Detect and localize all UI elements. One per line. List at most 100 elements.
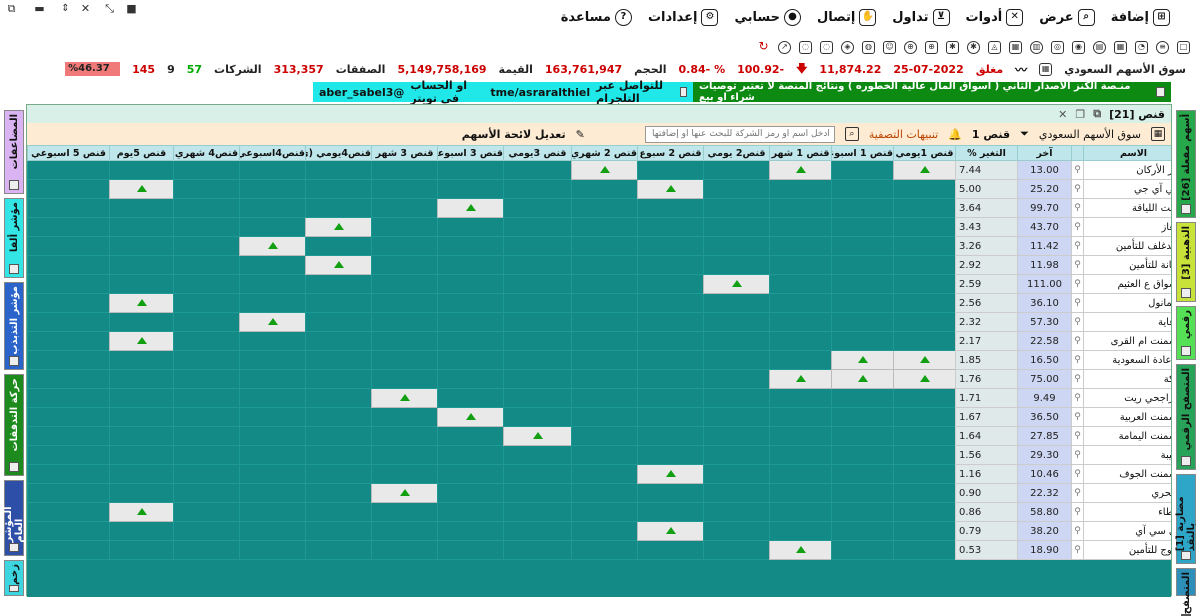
left-tab-3[interactable]: حركة التدفقات — [4, 374, 24, 476]
pin-icon[interactable]: ⚲ — [1071, 331, 1084, 351]
table-row[interactable]: جي آي جي⚲25.205.00 — [27, 179, 1171, 199]
bell-icon[interactable]: ◬ — [988, 40, 1001, 54]
grid2-icon[interactable]: ▤ — [1093, 40, 1106, 54]
column-header[interactable]: آخر — [1017, 145, 1072, 161]
menu-add[interactable]: ⊞ إضافة — [1111, 8, 1170, 26]
stock-name[interactable]: عطاء — [1083, 502, 1171, 522]
column-header[interactable]: قنص4يومي (ي — [305, 145, 372, 161]
collapse-icon[interactable]: ⇕ — [58, 2, 73, 16]
search-input[interactable] — [644, 125, 835, 143]
panel-copy-icon[interactable]: ❐ — [1075, 108, 1085, 121]
alert-bell-icon[interactable]: 🔔 — [948, 128, 962, 141]
right-tab-4[interactable]: [1] مضاربة بالنقد — [1175, 474, 1197, 564]
column-header[interactable]: قنص 2 سبوع — [637, 145, 704, 161]
market-select[interactable]: سوق الأسهم السعودي — [1039, 128, 1141, 141]
crosshair-icon[interactable]: ⊕ — [925, 40, 938, 54]
edit-list-icon[interactable]: ✎ — [576, 128, 585, 141]
stock-name[interactable]: اسمنت ام القرى — [1083, 331, 1171, 351]
table-row[interactable]: الراجحي ريت⚲9.491.71 — [27, 388, 1171, 408]
column-header[interactable]: قنص2 يومي — [703, 145, 770, 161]
stock-name[interactable]: أمانة للتأمين — [1083, 255, 1171, 275]
menu-tools[interactable]: ✕ أدوات — [966, 8, 1024, 26]
pin-icon[interactable]: ⚲ — [1071, 426, 1084, 446]
pin-icon[interactable]: ⚲ — [1071, 198, 1084, 218]
tab-checkbox[interactable] — [9, 264, 19, 274]
table-row[interactable]: وفت اللياقة⚲99.703.64 — [27, 198, 1171, 218]
calendar-icon[interactable]: ▦ — [1039, 62, 1053, 76]
telegram-link[interactable]: tme/asraralthiel — [490, 86, 590, 99]
pin-icon[interactable]: ⚲ — [1071, 255, 1084, 275]
left-tab-5[interactable]: زخم — [4, 560, 24, 596]
pin-icon[interactable]: ⚲ — [1071, 540, 1084, 560]
trend-icon[interactable]: ↗ — [778, 40, 791, 54]
stock-name[interactable]: رعاية — [1083, 312, 1171, 332]
pin-icon[interactable]: ⚲ — [1071, 312, 1084, 332]
filter-label[interactable]: قنص 1 — [972, 128, 1010, 141]
right-tab-3[interactable]: المتصفح الرقمي — [1176, 364, 1196, 470]
stock-name[interactable]: الغاز — [1083, 217, 1171, 237]
pin-icon[interactable]: ⚲ — [1071, 179, 1084, 199]
tab-checkbox[interactable] — [1181, 204, 1191, 214]
banner-checkbox[interactable] — [679, 87, 687, 97]
table-icon[interactable]: ▦ — [1009, 40, 1022, 54]
pin-icon[interactable]: ⚲ — [1071, 502, 1084, 522]
cart2-icon[interactable]: ◈ — [841, 40, 854, 54]
filter-icon[interactable]: ⏷ — [1020, 127, 1029, 141]
stock-name[interactable]: بروج للتأمين — [1083, 540, 1171, 560]
table-row[interactable]: بروج للتأمين⚲18.900.53 — [27, 540, 1171, 560]
stock-name[interactable]: مكة — [1083, 369, 1171, 389]
banner-checkbox[interactable] — [1155, 87, 1165, 97]
pin-icon[interactable]: ⚲ — [1071, 388, 1084, 408]
right-tab-5[interactable]: المتصفح — [1176, 568, 1196, 616]
menu-account[interactable]: ● حسابي — [734, 8, 801, 26]
stock-name[interactable]: أسواق ع العثيم — [1083, 274, 1171, 294]
tab-checkbox[interactable] — [9, 356, 19, 366]
panel-close-icon[interactable]: ✕ — [1058, 108, 1067, 121]
table-row[interactable]: اسمنت الجوف⚲10.461.16 — [27, 464, 1171, 484]
chart-line-icon[interactable]: 〰 — [1015, 61, 1027, 78]
column-header[interactable]: قنص 3 شهر — [371, 145, 438, 161]
tab-checkbox[interactable] — [9, 584, 19, 592]
panel-restore-icon[interactable]: ⧉ — [1093, 107, 1101, 121]
stock-name[interactable]: البحري — [1083, 483, 1171, 503]
table-row[interactable]: الغاز⚲43.703.43 — [27, 217, 1171, 237]
table-row[interactable]: ميدغلف للتأمين⚲11.423.26 — [27, 236, 1171, 256]
table-row[interactable]: بي سي آي⚲38.200.79 — [27, 521, 1171, 541]
globe-icon[interactable]: ◍ — [862, 40, 875, 54]
column-header[interactable]: قنص 3يومي — [503, 145, 572, 161]
tab-checkbox[interactable] — [9, 542, 19, 552]
pin-icon[interactable]: ⚲ — [1071, 293, 1084, 313]
pin-icon[interactable]: ⚲ — [1071, 445, 1084, 465]
tab-checkbox[interactable] — [1181, 288, 1191, 298]
pin-icon[interactable]: ⚲ — [1071, 464, 1084, 484]
stock-name[interactable]: ميدغلف للتأمين — [1083, 236, 1171, 256]
eye-icon[interactable]: ◉ — [1072, 40, 1085, 54]
left-tab-4[interactable]: المؤشر العام — [3, 480, 25, 556]
menu-view[interactable]: ⌕ عرض — [1039, 8, 1095, 26]
stock-name[interactable]: جي آي جي — [1083, 179, 1171, 199]
pin-icon[interactable]: ⚲ — [1071, 407, 1084, 427]
stock-name[interactable]: وفت اللياقة — [1083, 198, 1171, 218]
left-tab-0[interactable]: المضاعفات — [4, 110, 24, 194]
column-header[interactable]: قنص 1يومي — [893, 145, 956, 161]
stock-name[interactable]: كيمانول — [1083, 293, 1171, 313]
menu-connect[interactable]: ✋ إتصال — [817, 8, 877, 26]
table-row[interactable]: أسواق ع العثيم⚲111.002.59 — [27, 274, 1171, 294]
right-tab-2[interactable]: رقمي — [1176, 306, 1196, 360]
close-icon[interactable]: ✕ — [78, 2, 93, 16]
table-row[interactable]: رعاية⚲57.302.32 — [27, 312, 1171, 332]
stock-name[interactable]: اسمنت الجوف — [1083, 464, 1171, 484]
list-icon[interactable]: ≡ — [1156, 40, 1169, 54]
table-row[interactable]: اسمنت ام القرى⚲22.582.17 — [27, 331, 1171, 351]
people-icon[interactable]: ☺ — [883, 40, 896, 54]
table-row[interactable]: طيبة⚲29.301.56 — [27, 445, 1171, 465]
column-header[interactable] — [1071, 145, 1084, 161]
stock-name[interactable]: الإعادة السعودية — [1083, 350, 1171, 370]
pin-icon[interactable]: ⚲ — [1071, 483, 1084, 503]
menu-help[interactable]: ? مساعدة — [561, 8, 632, 26]
right-tab-0[interactable]: [26] أسهم مفعلة — [1176, 110, 1196, 218]
camera-icon[interactable]: ■ — [124, 2, 139, 16]
column-header[interactable]: قنص 3 اسبوعي — [437, 145, 504, 161]
tab-checkbox[interactable] — [1181, 346, 1191, 356]
table-row[interactable]: اسمنت اليمامة⚲27.851.64 — [27, 426, 1171, 446]
